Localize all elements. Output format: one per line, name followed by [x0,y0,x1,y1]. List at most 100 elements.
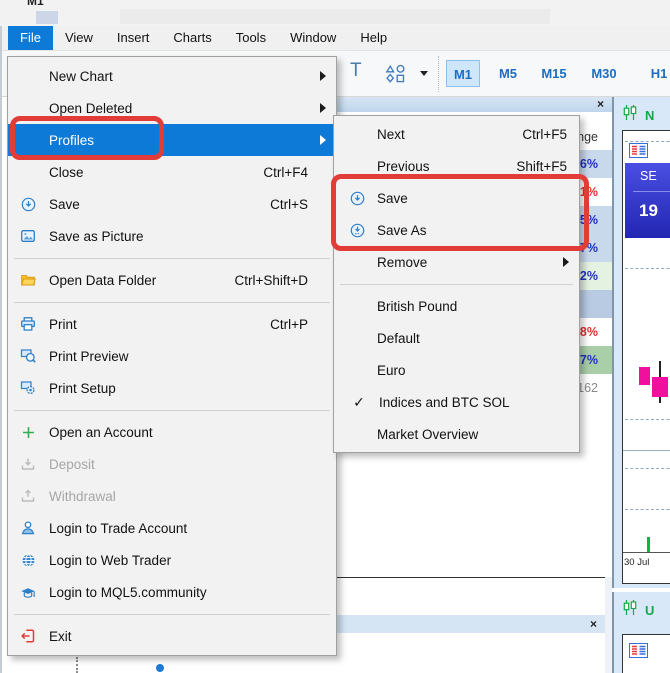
metatrader-window: M1 File View Insert Charts Tools Window … [0,0,670,673]
sell-button-divider [633,191,670,192]
menu-item-print-preview[interactable]: Print Preview [8,340,336,372]
menu-item-exit[interactable]: Exit [8,620,336,652]
submenu-item-market-overview[interactable]: Market Overview [334,418,579,450]
chart-symbol-label: N [645,108,654,123]
printer-icon [14,316,42,332]
bottom-panel: × [337,578,605,673]
menubar-item-insert[interactable]: Insert [105,26,162,50]
menu-item-close[interactable]: Close Ctrl+F4 [8,156,336,188]
menubar-item-view[interactable]: View [53,26,105,50]
sell-button-label: SE [640,169,657,183]
submenu-item-euro[interactable]: Euro [334,354,579,386]
submenu-item-previous[interactable]: Previous Shift+F5 [334,150,579,182]
menu-item-new-chart[interactable]: New Chart [8,60,336,92]
timeframe-m30-button[interactable]: M30 [584,60,624,87]
menubar-item-charts[interactable]: Charts [161,26,223,50]
submenu-item-british-pound[interactable]: British Pound [334,290,579,322]
menu-shortcut: Ctrl+F5 [522,127,569,142]
graduation-cap-icon [14,585,42,600]
timeframe-m1-button[interactable]: M1 [446,60,480,87]
submenu-item-indices-btc-sol[interactable]: ✓ Indices and BTC SOL [334,386,579,418]
menubar-item-window[interactable]: Window [278,26,348,50]
menu-item-label: Remove [370,255,427,270]
folder-icon [14,272,42,288]
timeframe-h1-button[interactable]: H1 [644,60,670,87]
sell-price: 19 [639,201,658,221]
submenu-item-next[interactable]: Next Ctrl+F5 [334,118,579,150]
globe-icon [14,553,42,568]
menu-item-print-setup[interactable]: Print Setup [8,372,336,404]
window-left-border [0,26,2,673]
menu-item-label: Open Deleted [42,101,132,116]
menu-item-open-deleted[interactable]: Open Deleted [8,92,336,124]
menu-item-label: Profiles [42,133,94,148]
submenu-item-remove[interactable]: Remove [334,246,579,278]
bottom-panel-titlebar[interactable]: × [337,615,605,633]
one-click-trading-icon[interactable] [629,143,648,163]
print-setup-icon [14,380,42,396]
menu-item-label: Login to Trade Account [42,521,187,536]
submenu-item-save-as[interactable]: Save As [334,214,579,246]
menubar-item-tools[interactable]: Tools [224,26,278,50]
menu-item-print[interactable]: Print Ctrl+P [8,308,336,340]
menu-item-save[interactable]: Save Ctrl+S [8,188,336,220]
menu-item-label: Save As [370,223,427,238]
timeframe-m5-button[interactable]: M5 [492,60,524,87]
shapes-dropdown-caret-icon[interactable] [420,71,428,76]
menu-separator [8,608,336,620]
menu-item-login-mql5[interactable]: Login to MQL5.community [8,576,336,608]
chart-2-plot-area[interactable] [622,634,670,673]
timeframe-m15-button[interactable]: M15 [534,60,574,87]
withdrawal-icon [14,488,42,504]
submenu-item-default[interactable]: Default [334,322,579,354]
menubar-item-help[interactable]: Help [348,26,399,50]
text-tool-icon[interactable]: T [350,60,362,82]
candle [652,377,668,397]
window-title-fragment: M1 [27,0,44,8]
menubar-item-file[interactable]: File [8,26,53,50]
toolbar-grip-fragment [76,657,78,673]
exit-icon [14,628,42,644]
menu-shortcut: Ctrl+Shift+D [234,273,326,288]
menu-item-label: Open Data Folder [42,273,156,288]
menu-shortcut: Ctrl+F4 [263,165,326,180]
sell-button[interactable]: SE 19 [625,163,670,238]
close-icon[interactable]: × [597,97,604,112]
menu-item-save-as-picture[interactable]: Save as Picture [8,220,336,252]
menu-item-label: Login to Web Trader [42,553,171,568]
menu-item-label: Save [370,191,408,206]
menubar: File View Insert Charts Tools Window Hel… [0,26,670,51]
checkmark-icon: ✓ [344,394,372,411]
candlestick-icon [622,105,638,125]
gridline [625,509,670,510]
one-click-trading-icon[interactable] [629,643,648,663]
subwindow-divider[interactable] [623,450,670,451]
menu-separator [8,404,336,416]
menu-separator [334,278,579,290]
menu-item-login-trade-account[interactable]: Login to Trade Account [8,512,336,544]
market-watch-titlebar[interactable]: × [337,97,612,112]
change-column-header[interactable]: nge [577,130,598,144]
candlestick-icon [622,600,638,620]
close-icon[interactable]: × [590,615,597,633]
menu-item-label: Print Preview [42,349,129,364]
submenu-item-save[interactable]: Save [334,182,579,214]
chart-1-plot-area[interactable]: SE 19 30 Jul [622,130,670,584]
menu-shortcut: Shift+F5 [516,159,569,174]
print-preview-icon [14,348,42,364]
menu-item-login-web-trader[interactable]: Login to Web Trader [8,544,336,576]
menu-item-open-an-account[interactable]: Open an Account [8,416,336,448]
menu-item-label: British Pound [370,299,457,314]
x-axis-date-label: 30 Jul [624,557,649,568]
menu-item-profiles[interactable]: Profiles [8,124,336,156]
menu-item-label: Euro [370,363,406,378]
menu-item-label: Default [370,331,420,346]
menu-item-open-data-folder[interactable]: Open Data Folder Ctrl+Shift+D [8,264,336,296]
shapes-tool-icon[interactable] [384,63,407,88]
menu-item-label: Save as Picture [42,229,144,244]
submenu-arrow-icon [320,103,326,113]
chart-window-2: U [612,592,670,673]
save-picture-icon [14,228,42,244]
menu-item-label: Market Overview [370,427,478,442]
save-icon [344,191,370,206]
